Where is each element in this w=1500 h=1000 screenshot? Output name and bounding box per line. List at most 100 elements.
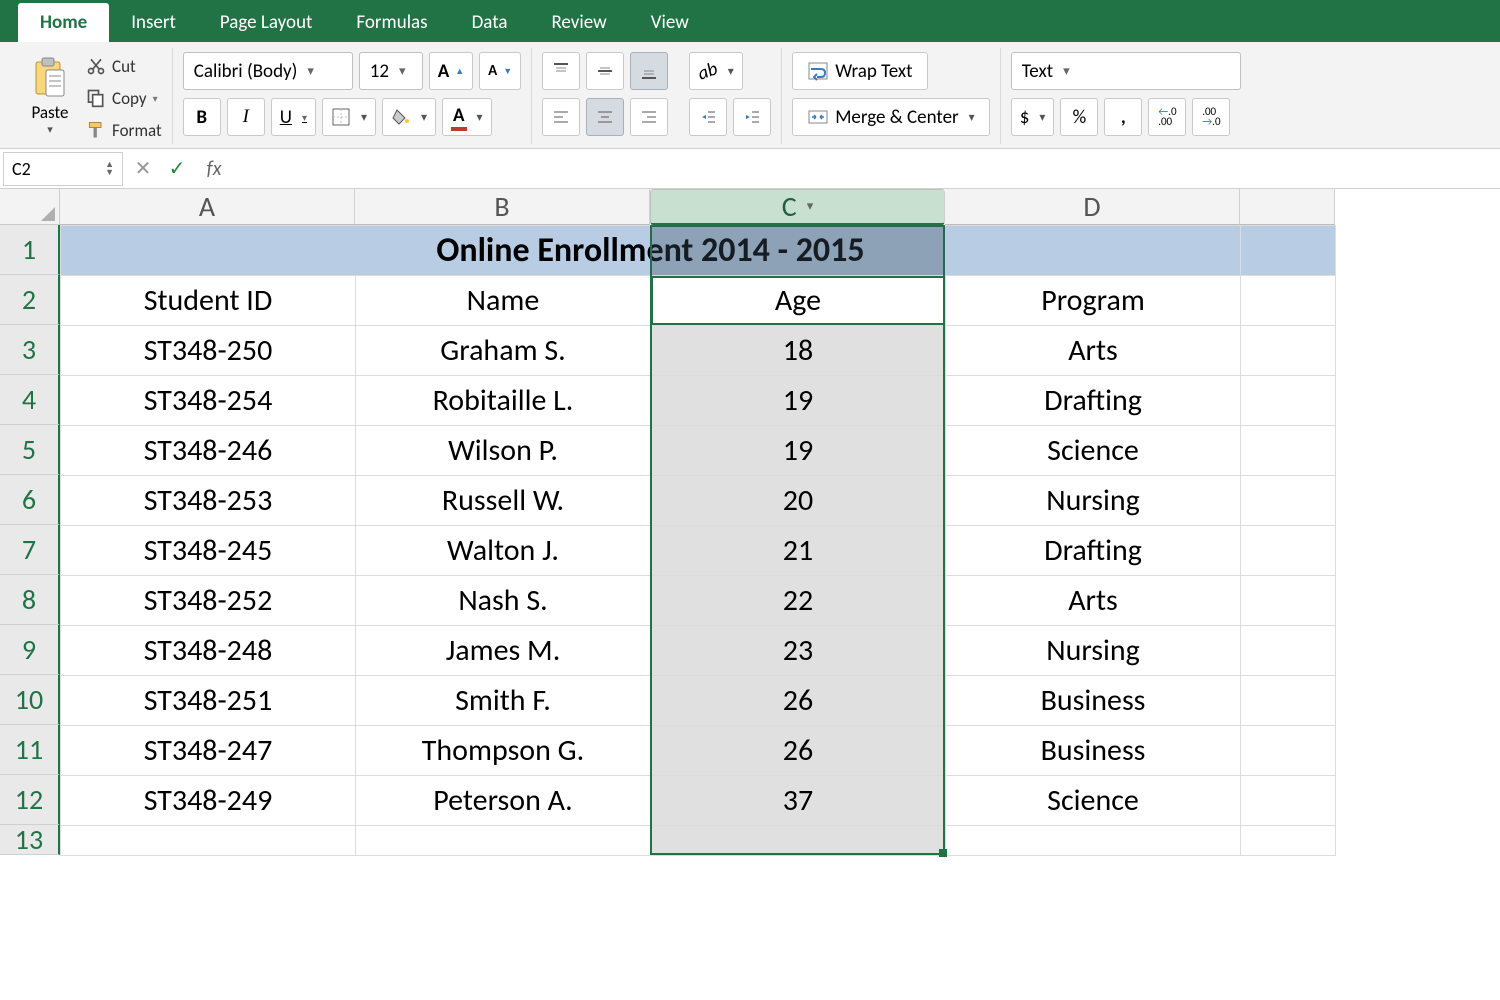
align-right-button[interactable]: [630, 98, 668, 136]
column-header-A[interactable]: A: [60, 189, 355, 225]
cell-D5[interactable]: Science: [946, 426, 1241, 476]
cancel-formula-button[interactable]: ✕: [126, 156, 160, 181]
row-header-9[interactable]: 9: [0, 625, 60, 675]
align-center-button[interactable]: [586, 98, 624, 136]
cell-B9[interactable]: James M.: [356, 626, 651, 676]
cell-E3[interactable]: [1241, 326, 1336, 376]
align-bottom-button[interactable]: [630, 52, 668, 90]
cell-B10[interactable]: Smith F.: [356, 676, 651, 726]
cell-C5[interactable]: 19: [651, 426, 946, 476]
cell-C4[interactable]: 19: [651, 376, 946, 426]
cut-button[interactable]: Cut: [86, 52, 162, 80]
ribbon-tab-insert[interactable]: Insert: [109, 3, 198, 42]
row-header-7[interactable]: 7: [0, 525, 60, 575]
cell-D9[interactable]: Nursing: [946, 626, 1241, 676]
row-header-2[interactable]: 2: [0, 275, 60, 325]
grow-font-button[interactable]: A▲: [429, 52, 473, 90]
cell-B5[interactable]: Wilson P.: [356, 426, 651, 476]
cell-A3[interactable]: ST348-250: [61, 326, 356, 376]
column-header-D[interactable]: D: [945, 189, 1240, 225]
font-name-select[interactable]: Calibri (Body): [183, 52, 353, 90]
cell-C11[interactable]: 26: [651, 726, 946, 776]
name-box-stepper[interactable]: ▲▼: [105, 161, 114, 177]
row-header-10[interactable]: 10: [0, 675, 60, 725]
bold-button[interactable]: B: [183, 98, 221, 136]
paste-button[interactable]: Paste ▾: [20, 48, 80, 140]
row-header-13[interactable]: 13: [0, 825, 60, 855]
align-left-button[interactable]: [542, 98, 580, 136]
row-header-12[interactable]: 12: [0, 775, 60, 825]
header-cell-age[interactable]: Age: [651, 276, 946, 326]
column-header-C[interactable]: C: [650, 189, 945, 225]
cell-E13[interactable]: [1241, 826, 1336, 856]
row-header-5[interactable]: 5: [0, 425, 60, 475]
cell-A13[interactable]: [61, 826, 356, 856]
row-header-4[interactable]: 4: [0, 375, 60, 425]
cell-D6[interactable]: Nursing: [946, 476, 1241, 526]
cell-C10[interactable]: 26: [651, 676, 946, 726]
cell-E11[interactable]: [1241, 726, 1336, 776]
align-top-button[interactable]: [542, 52, 580, 90]
increase-decimal-button[interactable]: ←.0.00: [1148, 98, 1186, 136]
cell-A5[interactable]: ST348-246: [61, 426, 356, 476]
column-header-B[interactable]: B: [355, 189, 650, 225]
cell-E8[interactable]: [1241, 576, 1336, 626]
increase-indent-button[interactable]: [733, 98, 771, 136]
cell-D4[interactable]: Drafting: [946, 376, 1241, 426]
cell-E4[interactable]: [1241, 376, 1336, 426]
cell-C6[interactable]: 20: [651, 476, 946, 526]
ribbon-tab-review[interactable]: Review: [529, 3, 628, 42]
cell-A9[interactable]: ST348-248: [61, 626, 356, 676]
cell-E2[interactable]: [1241, 276, 1336, 326]
cell-E9[interactable]: [1241, 626, 1336, 676]
number-format-select[interactable]: Text: [1011, 52, 1241, 90]
borders-button[interactable]: [322, 98, 376, 136]
cell-E1[interactable]: [1241, 226, 1336, 276]
cell-D13[interactable]: [946, 826, 1241, 856]
cell-A8[interactable]: ST348-252: [61, 576, 356, 626]
cell-D10[interactable]: Business: [946, 676, 1241, 726]
select-all-corner[interactable]: [0, 189, 60, 225]
align-middle-button[interactable]: [586, 52, 624, 90]
cell-E7[interactable]: [1241, 526, 1336, 576]
cell-B11[interactable]: Thompson G.: [356, 726, 651, 776]
cell-D12[interactable]: Science: [946, 776, 1241, 826]
merge-center-button[interactable]: Merge & Center: [792, 98, 990, 136]
cell-C9[interactable]: 23: [651, 626, 946, 676]
cell-C12[interactable]: 37: [651, 776, 946, 826]
cell-D3[interactable]: Arts: [946, 326, 1241, 376]
cell-C3[interactable]: 18: [651, 326, 946, 376]
name-box[interactable]: C2 ▲▼: [3, 152, 123, 186]
font-size-select[interactable]: 12: [359, 52, 423, 90]
cell-B13[interactable]: [356, 826, 651, 856]
cell-A12[interactable]: ST348-249: [61, 776, 356, 826]
cell-C8[interactable]: 22: [651, 576, 946, 626]
cell-C7[interactable]: 21: [651, 526, 946, 576]
spreadsheet-grid[interactable]: 12345678910111213 ABCD Online Enrollment…: [0, 189, 1500, 1000]
cell-D8[interactable]: Arts: [946, 576, 1241, 626]
ribbon-tab-data[interactable]: Data: [450, 3, 530, 42]
comma-format-button[interactable]: ,: [1104, 98, 1142, 136]
underline-button[interactable]: U▾: [271, 98, 316, 136]
shrink-font-button[interactable]: A▼: [479, 52, 521, 90]
cell-E5[interactable]: [1241, 426, 1336, 476]
decrease-decimal-button[interactable]: .00→.0: [1192, 98, 1230, 136]
format-painter-button[interactable]: Format: [86, 116, 162, 144]
cell-A11[interactable]: ST348-247: [61, 726, 356, 776]
header-cell-program[interactable]: Program: [946, 276, 1241, 326]
row-header-11[interactable]: 11: [0, 725, 60, 775]
cell-E6[interactable]: [1241, 476, 1336, 526]
enter-formula-button[interactable]: ✓: [160, 156, 194, 181]
title-cell[interactable]: Online Enrollment 2014 - 2015: [61, 226, 1241, 276]
cell-B8[interactable]: Nash S.: [356, 576, 651, 626]
cell-B7[interactable]: Walton J.: [356, 526, 651, 576]
orientation-button[interactable]: ab: [689, 52, 743, 90]
cell-E10[interactable]: [1241, 676, 1336, 726]
row-header-1[interactable]: 1: [0, 225, 60, 275]
column-header-blank[interactable]: [1240, 189, 1335, 225]
cell-C13[interactable]: [651, 826, 946, 856]
copy-button[interactable]: Copy ▾: [86, 84, 162, 112]
cell-D7[interactable]: Drafting: [946, 526, 1241, 576]
ribbon-tab-page-layout[interactable]: Page Layout: [198, 3, 335, 42]
wrap-text-button[interactable]: Wrap Text: [792, 52, 927, 90]
